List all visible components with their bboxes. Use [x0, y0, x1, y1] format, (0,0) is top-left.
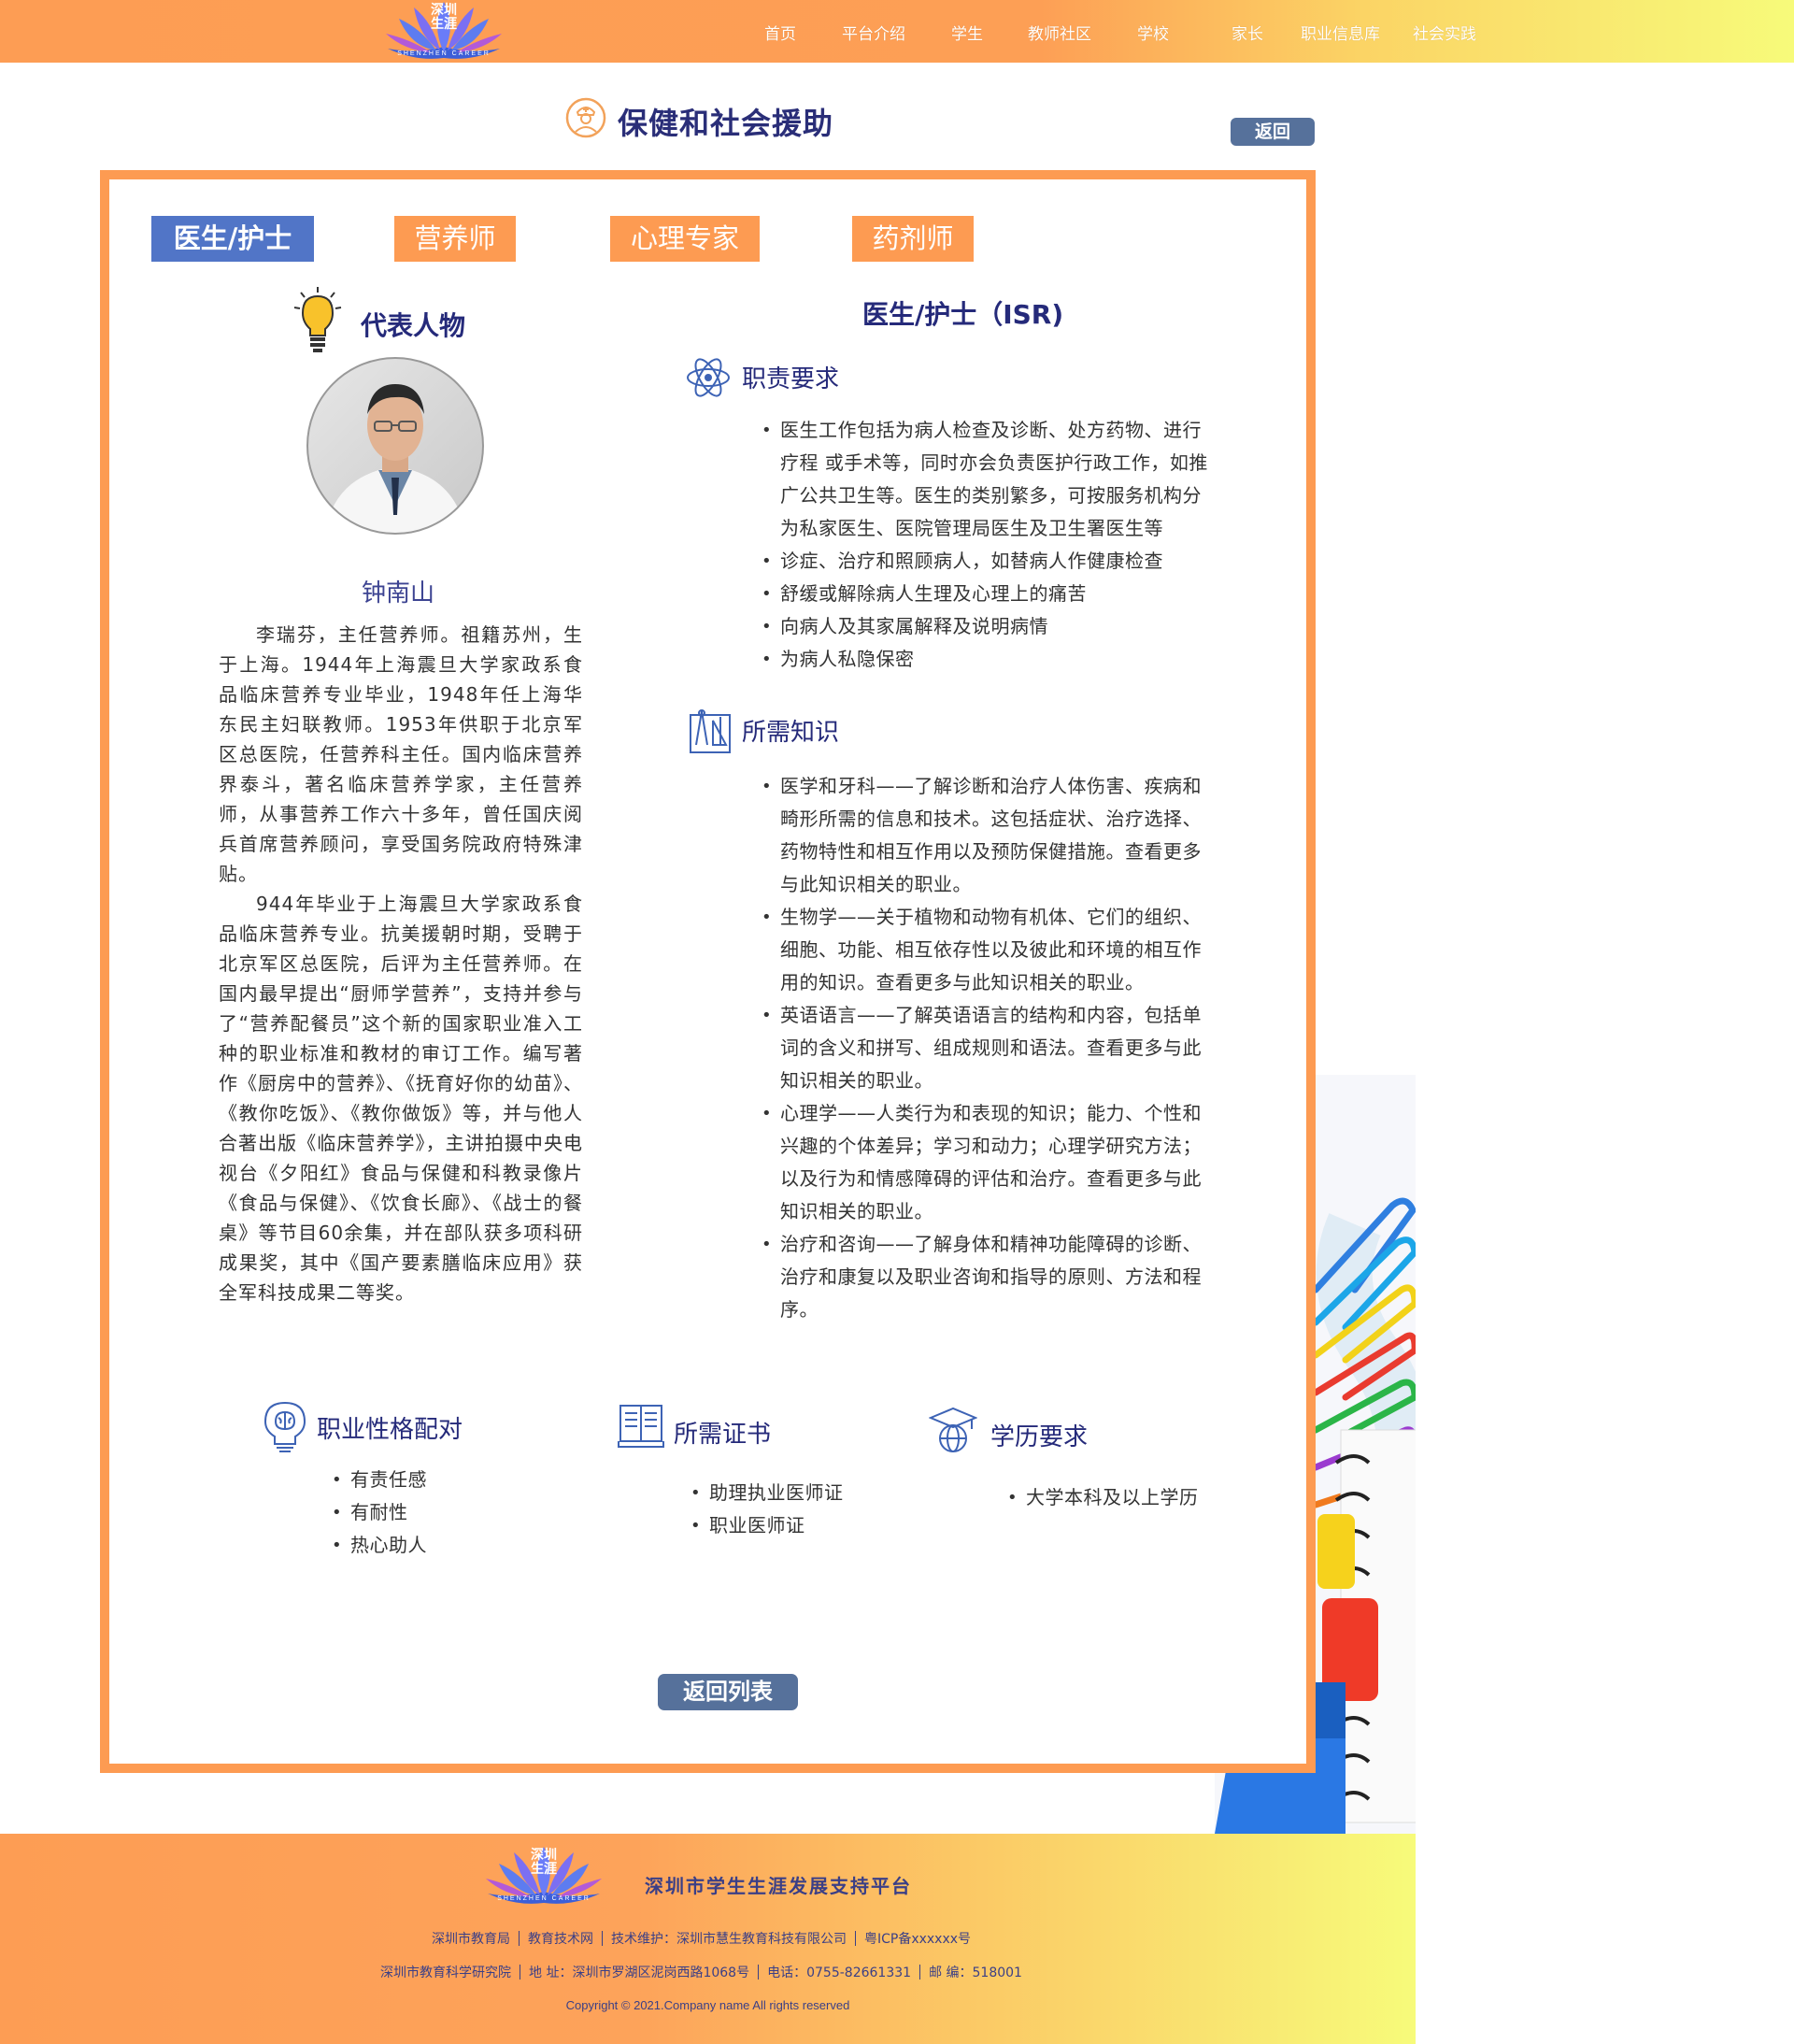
- list-item: 有责任感: [332, 1464, 537, 1496]
- nav-career-database[interactable]: 职业信息库: [1301, 21, 1380, 44]
- representative-heading: 代表人物: [361, 310, 466, 341]
- personality-list: 有责任感 有耐性 热心助人: [332, 1464, 537, 1562]
- list-item: 职业医师证: [691, 1509, 915, 1542]
- top-navigation-bar: 深圳 生涯 SHENZHEN CAREER 首页 平台介绍 学生 教师社区 学校…: [0, 0, 1794, 63]
- footer-separator: [518, 1931, 520, 1946]
- nav-social-practice[interactable]: 社会实践: [1413, 21, 1476, 44]
- footer-copyright: Copyright © 2021.Company name All rights…: [565, 1998, 850, 2012]
- footer-slogan: 深圳市学生生涯发展支持平台: [645, 1875, 912, 1897]
- footer-link-education-bureau[interactable]: 深圳市教育局: [432, 1932, 510, 1947]
- career-title: 医生/护士（ISR): [862, 299, 1064, 330]
- personality-heading: 职业性格配对: [317, 1416, 463, 1444]
- nurse-avatar-icon: [565, 97, 606, 138]
- list-item: 生物学——关于植物和动物有机体、它们的组织、细胞、功能、相互依存性以及彼此和环境…: [762, 901, 1214, 999]
- atom-icon: [687, 358, 730, 397]
- knowledge-heading: 所需知识: [742, 719, 840, 747]
- footer: 深圳 生涯 SHENZHEN CAREER 深圳市学生生涯发展支持平台 深圳市教…: [0, 1834, 1416, 2044]
- logo-text-line1: 深圳: [431, 3, 457, 18]
- footer-postcode: 邮 编：518001: [929, 1965, 1022, 1980]
- logo-text-line2: 生涯: [531, 1862, 557, 1877]
- logo-subtitle: SHENZHEN CAREER: [497, 1895, 591, 1902]
- list-item: 治疗和咨询——了解身体和精神功能障碍的诊断、治疗和康复以及职业咨询和指导的原则、…: [762, 1228, 1214, 1326]
- nav-parents[interactable]: 家长: [1232, 21, 1263, 44]
- logo-text-line1: 深圳: [531, 1848, 557, 1863]
- career-detail-panel: 医生/护士 营养师 心理专家 药剂师 代表人物 钟南山 李瑞芬，主任营养师。祖籍…: [100, 170, 1316, 1773]
- footer-contact-row: 深圳市教育科学研究院 地 址：深圳市罗湖区泥岗西路1068号 电话：0755-826…: [0, 1963, 1409, 1981]
- footer-tech-support: 技术维护：深圳市慧生教育科技有限公司: [610, 1932, 847, 1947]
- tab-doctor-nurse[interactable]: 医生/护士: [151, 216, 314, 262]
- list-item: 热心助人: [332, 1529, 537, 1562]
- nav-students[interactable]: 学生: [951, 21, 983, 44]
- list-item: 大学本科及以上学历: [1007, 1481, 1250, 1514]
- representative-bio: 李瑞芬，主任营养师。祖籍苏州，生于上海。1944年上海震旦大学家政系食品临床营养…: [219, 620, 583, 1308]
- back-button[interactable]: 返回: [1231, 118, 1315, 146]
- footer-logo[interactable]: 深圳 生涯 SHENZHEN CAREER: [478, 1845, 609, 1907]
- tab-nutritionist[interactable]: 营养师: [394, 216, 516, 262]
- open-book-icon: [618, 1405, 664, 1448]
- footer-address: 地 址：深圳市罗湖区泥岗西路1068号: [529, 1965, 750, 1980]
- footer-icp[interactable]: 粤ICP备xxxxxx号: [864, 1932, 971, 1947]
- portrait-avatar: [306, 357, 484, 535]
- tab-psychologist[interactable]: 心理专家: [610, 216, 760, 262]
- footer-links-row: 深圳市教育局 教育技术网 技术维护：深圳市慧生教育科技有限公司 粤ICP备xxxxxx…: [0, 1929, 1409, 1948]
- education-heading: 学历要求: [990, 1423, 1089, 1451]
- list-item: 助理执业医师证: [691, 1477, 915, 1509]
- duties-heading: 职责要求: [742, 365, 840, 393]
- nav-teacher-community[interactable]: 教师社区: [1028, 21, 1091, 44]
- bio-paragraph: 李瑞芬，主任营养师。祖籍苏州，生于上海。1944年上海震旦大学家政系食品临床营养…: [219, 623, 583, 885]
- list-item: 向病人及其家属解释及说明病情: [762, 610, 1214, 643]
- logo-subtitle: SHENZHEN CAREER: [397, 50, 491, 57]
- nav-schools[interactable]: 学校: [1137, 21, 1169, 44]
- list-item: 有耐性: [332, 1496, 537, 1529]
- list-item: 心理学——人类行为和表现的知识；能力、个性和兴趣的个体差异；学习和动力；心理学研…: [762, 1097, 1214, 1228]
- header-logo[interactable]: 深圳 生涯 SHENZHEN CAREER: [378, 0, 509, 62]
- footer-separator: [919, 1965, 921, 1980]
- representative-name: 钟南山: [362, 579, 435, 607]
- lightbulb-icon: [293, 287, 342, 352]
- footer-separator: [758, 1965, 760, 1980]
- knowledge-list: 医学和牙科——了解诊断和治疗人体伤害、疾病和畸形所需的信息和技术。这包括症状、治…: [762, 770, 1214, 1326]
- footer-institute: 深圳市教育科学研究院: [380, 1965, 512, 1980]
- page-title: 保健和社会援助: [618, 106, 834, 141]
- graduation-cap-globe-icon: [929, 1407, 977, 1452]
- footer-link-edu-tech[interactable]: 教育技术网: [528, 1932, 593, 1947]
- nav-home[interactable]: 首页: [764, 21, 796, 44]
- list-item: 英语语言——了解英语语言的结构和内容，包括单词的含义和拼写、组成规则和语法。查看…: [762, 999, 1214, 1097]
- list-item: 舒缓或解除病人生理及心理上的痛苦: [762, 578, 1214, 610]
- footer-separator: [601, 1931, 603, 1946]
- education-list: 大学本科及以上学历: [1007, 1481, 1250, 1514]
- drafting-tools-icon: [690, 709, 731, 753]
- tab-pharmacist[interactable]: 药剂师: [852, 216, 974, 262]
- nav-platform-intro[interactable]: 平台介绍: [842, 21, 905, 44]
- certificates-heading: 所需证书: [674, 1421, 772, 1449]
- footer-phone: 电话：0755-82661331: [767, 1965, 912, 1980]
- duties-list: 医生工作包括为病人检查及诊断、处方药物、进行疗程 或手术等，同时亦会负责医护行政…: [762, 414, 1214, 676]
- bio-paragraph: 944年毕业于上海震旦大学家政系食品临床营养专业。抗美援朝时期，受聘于北京军区总…: [219, 893, 583, 1304]
- list-item: 诊症、治疗和照顾病人，如替病人作健康检查: [762, 545, 1214, 578]
- brain-bulb-icon: [263, 1401, 306, 1452]
- list-item: 医生工作包括为病人检查及诊断、处方药物、进行疗程 或手术等，同时亦会负责医护行政…: [762, 414, 1214, 545]
- logo-text-line2: 生涯: [431, 17, 457, 32]
- certificates-list: 助理执业医师证 职业医师证: [691, 1477, 915, 1542]
- list-item: 为病人私隐保密: [762, 643, 1214, 676]
- return-list-button[interactable]: 返回列表: [658, 1674, 798, 1710]
- footer-separator: [854, 1931, 856, 1946]
- list-item: 医学和牙科——了解诊断和治疗人体伤害、疾病和畸形所需的信息和技术。这包括症状、治…: [762, 770, 1214, 901]
